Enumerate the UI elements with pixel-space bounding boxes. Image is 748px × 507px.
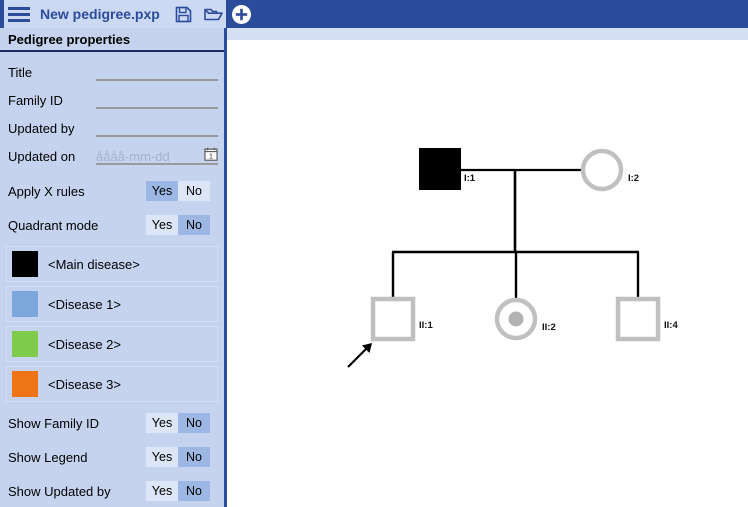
individual-ii2[interactable]: II:2 [494, 297, 556, 341]
disease-color-swatch-main[interactable] [12, 251, 38, 277]
panel-title: Pedigree properties [0, 28, 224, 52]
updated-on-placeholder: åååå-mm-dd [96, 148, 170, 164]
show-legend-toggle[interactable]: Yes No [146, 447, 210, 467]
calendar-icon[interactable]: 1 [204, 147, 218, 161]
add-plus-circle-icon[interactable] [231, 4, 252, 25]
canvas-top-strip [227, 28, 748, 40]
toggle-label-apply-x-rules: Apply X rules [8, 183, 85, 199]
show-updated-by-toggle[interactable]: Yes No [146, 481, 210, 501]
toggle-row-show-family-id: Show Family ID Yes No [0, 406, 224, 440]
apply-x-rules-yes[interactable]: Yes [146, 181, 178, 201]
individual-ii1[interactable]: II:1 [370, 296, 433, 342]
proband-arrow-icon [347, 343, 372, 368]
toggle-row-apply-x-rules: Apply X rules Yes No [0, 174, 224, 208]
updated-by-input[interactable] [96, 121, 218, 137]
toggle-row-show-legend: Show Legend Yes No [0, 440, 224, 474]
individual-ii1-symbol[interactable] [370, 296, 416, 342]
disease-item-1[interactable]: <Disease 1> [6, 286, 218, 322]
field-row-updated-on: Updated on åååå-mm-dd 1 [0, 142, 224, 170]
disease-label-3: <Disease 3> [48, 376, 121, 392]
individual-ii4[interactable]: II:4 [615, 296, 678, 342]
disease-color-swatch-3[interactable] [12, 371, 38, 397]
individual-ii2-label: II:2 [542, 322, 556, 333]
application-window: New pedigree.pxp Pedigree properties Tit… [0, 0, 748, 507]
svg-text:1: 1 [209, 151, 213, 160]
field-row-family-id: Family ID [0, 86, 224, 114]
disease-item-2[interactable]: <Disease 2> [6, 326, 218, 362]
field-row-updated-by: Updated by [0, 114, 224, 142]
open-folder-icon[interactable] [202, 3, 224, 25]
pedigree-properties-sidebar: Pedigree properties Title Family ID Upda… [0, 28, 227, 507]
rule-toggles-group: Apply X rules Yes No Quadrant mode Yes N… [0, 174, 224, 242]
display-toggles-group: Show Family ID Yes No Show Legend Yes No… [0, 406, 224, 507]
quadrant-mode-no[interactable]: No [178, 215, 210, 235]
document-title: New pedigree.pxp [40, 6, 160, 22]
disease-item-main[interactable]: <Main disease> [6, 246, 218, 282]
show-updated-by-yes[interactable]: Yes [146, 481, 178, 501]
apply-x-rules-toggle[interactable]: Yes No [146, 181, 210, 201]
apply-x-rules-no[interactable]: No [178, 181, 210, 201]
toolbar-accent-bar [0, 0, 4, 28]
toggle-label-quadrant-mode: Quadrant mode [8, 217, 99, 233]
show-legend-no[interactable]: No [178, 447, 210, 467]
toggle-label-show-updated-by: Show Updated by [8, 483, 111, 499]
show-family-id-yes[interactable]: Yes [146, 413, 178, 433]
individual-i1-label: I:1 [464, 173, 476, 184]
disease-label-main: <Main disease> [48, 256, 140, 272]
field-label-family-id: Family ID [8, 92, 63, 108]
show-updated-by-no[interactable]: No [178, 481, 210, 501]
toggle-row-quadrant-mode: Quadrant mode Yes No [0, 208, 224, 242]
show-family-id-no[interactable]: No [178, 413, 210, 433]
field-label-updated-on: Updated on [8, 148, 76, 164]
toggle-label-show-legend: Show Legend [8, 449, 88, 465]
toggle-label-show-family-id: Show Family ID [8, 415, 100, 431]
individual-ii1-label: II:1 [419, 320, 433, 331]
updated-on-input[interactable]: åååå-mm-dd 1 [96, 147, 218, 165]
individual-i2[interactable]: I:2 [580, 148, 639, 192]
individual-ii4-symbol[interactable] [615, 296, 661, 342]
disease-list: <Main disease> <Disease 1> <Disease 2> <… [0, 242, 224, 402]
individual-i2-symbol[interactable] [580, 148, 624, 192]
disease-item-3[interactable]: <Disease 3> [6, 366, 218, 402]
individual-i1-symbol[interactable] [419, 148, 461, 190]
hamburger-menu-icon[interactable] [6, 4, 32, 24]
individual-i2-label: I:2 [628, 173, 639, 184]
toolbar-file-actions [172, 0, 224, 28]
title-input[interactable] [96, 65, 218, 81]
individual-ii2-carrier-dot [508, 311, 524, 327]
show-legend-yes[interactable]: Yes [146, 447, 178, 467]
disease-color-swatch-1[interactable] [12, 291, 38, 317]
individual-ii4-label: II:4 [664, 320, 678, 331]
save-floppy-icon[interactable] [172, 3, 194, 25]
show-family-id-toggle[interactable]: Yes No [146, 413, 210, 433]
disease-label-1: <Disease 1> [48, 296, 121, 312]
field-label-updated-by: Updated by [8, 120, 75, 136]
toggle-row-show-updated-by: Show Updated by Yes No [0, 474, 224, 507]
pedigree-diagram: I:1 I:2 II:1 II:2 II:4 [347, 148, 678, 368]
pedigree-canvas[interactable]: I:1 I:2 II:1 II:2 II:4 [230, 40, 748, 507]
quadrant-mode-toggle[interactable]: Yes No [146, 215, 210, 235]
field-row-title: Title [0, 58, 224, 86]
properties-fields: Title Family ID Updated by Updated on åå… [0, 52, 224, 170]
field-label-title: Title [8, 64, 33, 80]
top-toolbar: New pedigree.pxp [0, 0, 748, 28]
family-id-input[interactable] [96, 93, 218, 109]
disease-color-swatch-2[interactable] [12, 331, 38, 357]
disease-label-2: <Disease 2> [48, 336, 121, 352]
quadrant-mode-yes[interactable]: Yes [146, 215, 178, 235]
